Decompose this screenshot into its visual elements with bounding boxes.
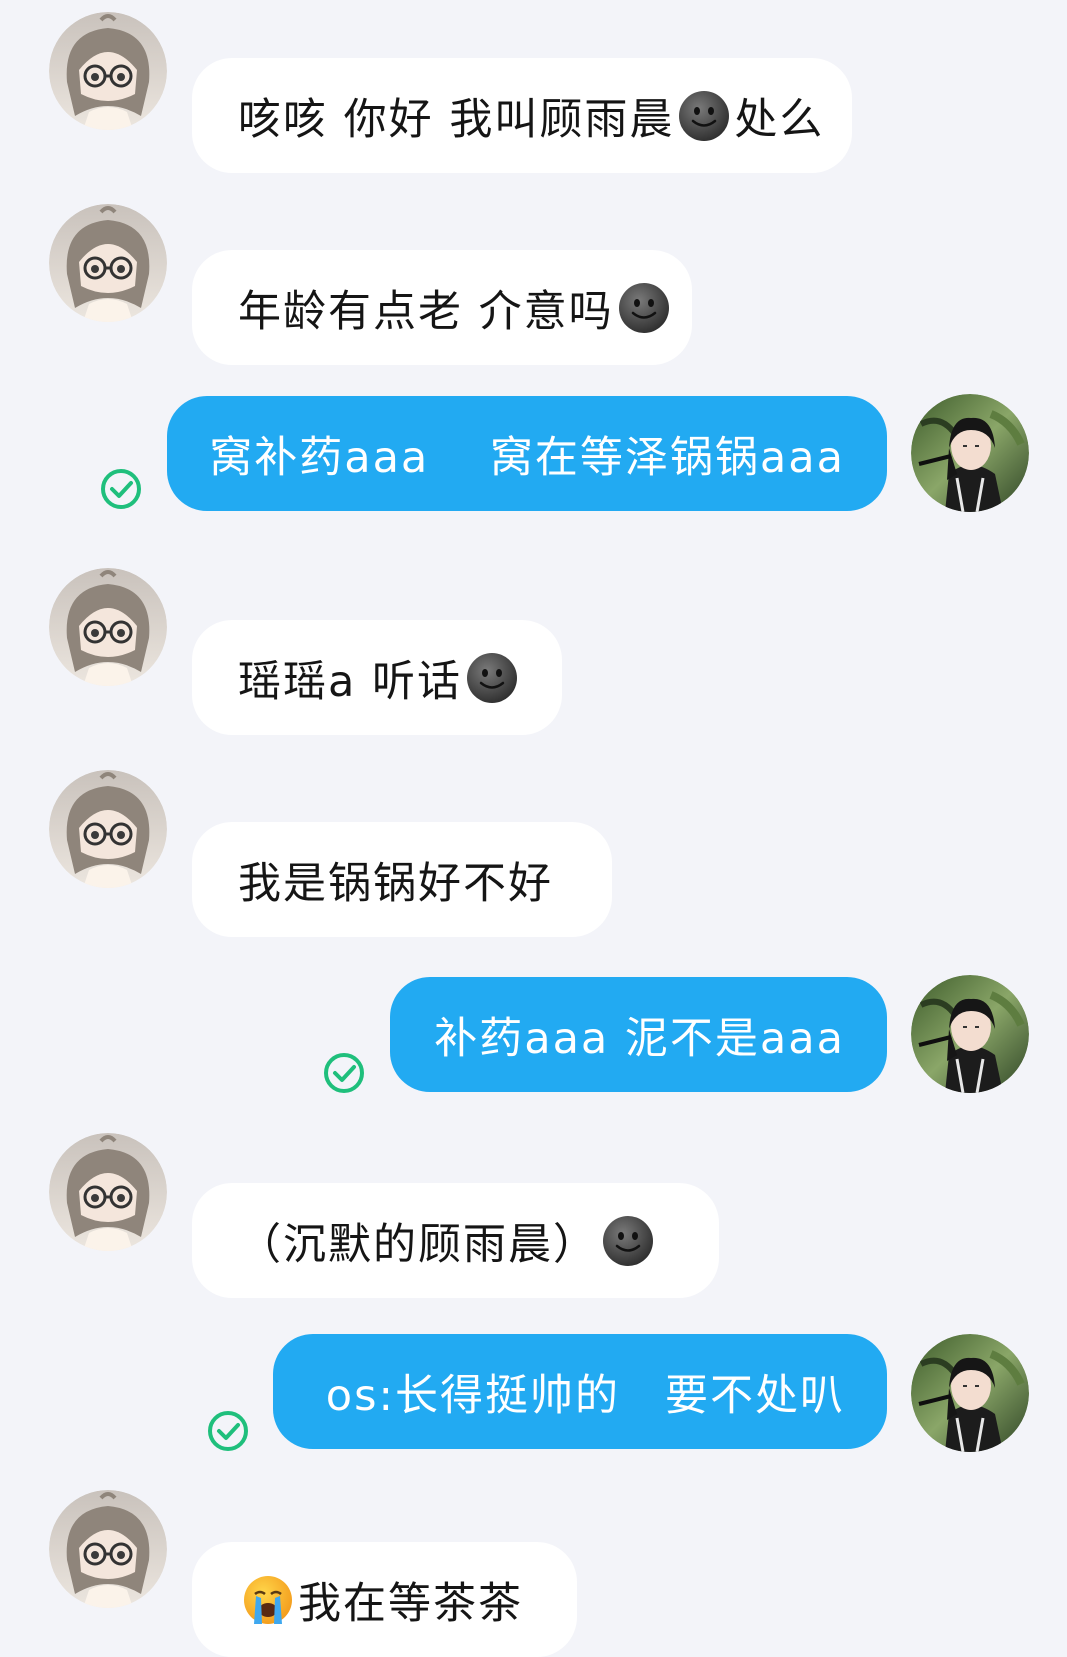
message-bubble-incoming[interactable]: 我在等茶茶 [192, 1542, 577, 1657]
read-check-icon [100, 468, 142, 510]
contact-avatar[interactable] [49, 204, 167, 322]
message-bubble-incoming[interactable]: 年龄有点老 介意吗 [192, 250, 692, 365]
message-bubble-incoming[interactable]: （沉默的顾雨晨） [192, 1183, 719, 1298]
message-text: 我是锅锅好不好 [238, 858, 553, 909]
contact-avatar[interactable] [49, 1133, 167, 1251]
contact-avatar[interactable] [49, 568, 167, 686]
chat-conversation: 咳咳 你好 我叫顾雨晨 处么 年龄有点老 介意吗 窝补药aaa 窝在等泽锅锅aa… [0, 0, 1067, 1657]
my-avatar[interactable] [911, 975, 1029, 1093]
contact-avatar[interactable] [49, 1490, 167, 1608]
message-bubble-outgoing[interactable]: 窝补药aaa 窝在等泽锅锅aaa [167, 396, 887, 511]
smiling-face-emoji-icon [678, 89, 731, 142]
message-bubble-incoming[interactable]: 我是锅锅好不好 [192, 822, 612, 937]
my-avatar[interactable] [911, 1334, 1029, 1452]
message-text: （沉默的顾雨晨） [238, 1219, 598, 1270]
message-text: 我在等茶茶 [298, 1578, 523, 1629]
message-text: os:长得挺帅的 要不处叭 [325, 1370, 845, 1421]
message-bubble-outgoing[interactable]: os:长得挺帅的 要不处叭 [273, 1334, 887, 1449]
message-text: 处么 [734, 94, 825, 145]
message-text: 窝补药aaa 窝在等泽锅锅aaa [209, 432, 845, 483]
smiling-face-emoji-icon [602, 1214, 654, 1267]
message-bubble-incoming[interactable]: 瑶瑶a 听话 [192, 620, 562, 735]
contact-avatar[interactable] [49, 12, 167, 130]
message-bubble-incoming[interactable]: 咳咳 你好 我叫顾雨晨 处么 [192, 58, 852, 173]
smiling-face-emoji-icon [466, 651, 519, 704]
smiling-face-emoji-icon [617, 281, 670, 334]
my-avatar[interactable] [911, 394, 1029, 512]
message-text: 补药aaa 泥不是aaa [434, 1013, 845, 1064]
message-text: 咳咳 你好 我叫顾雨晨 [238, 94, 675, 145]
read-check-icon [207, 1410, 249, 1452]
contact-avatar[interactable] [49, 770, 167, 888]
loudly-crying-face-emoji-icon [242, 1574, 294, 1626]
message-bubble-outgoing[interactable]: 补药aaa 泥不是aaa [390, 977, 887, 1092]
message-text: 瑶瑶a 听话 [238, 656, 463, 707]
message-text: 年龄有点老 介意吗 [238, 286, 614, 337]
read-check-icon [323, 1052, 365, 1094]
